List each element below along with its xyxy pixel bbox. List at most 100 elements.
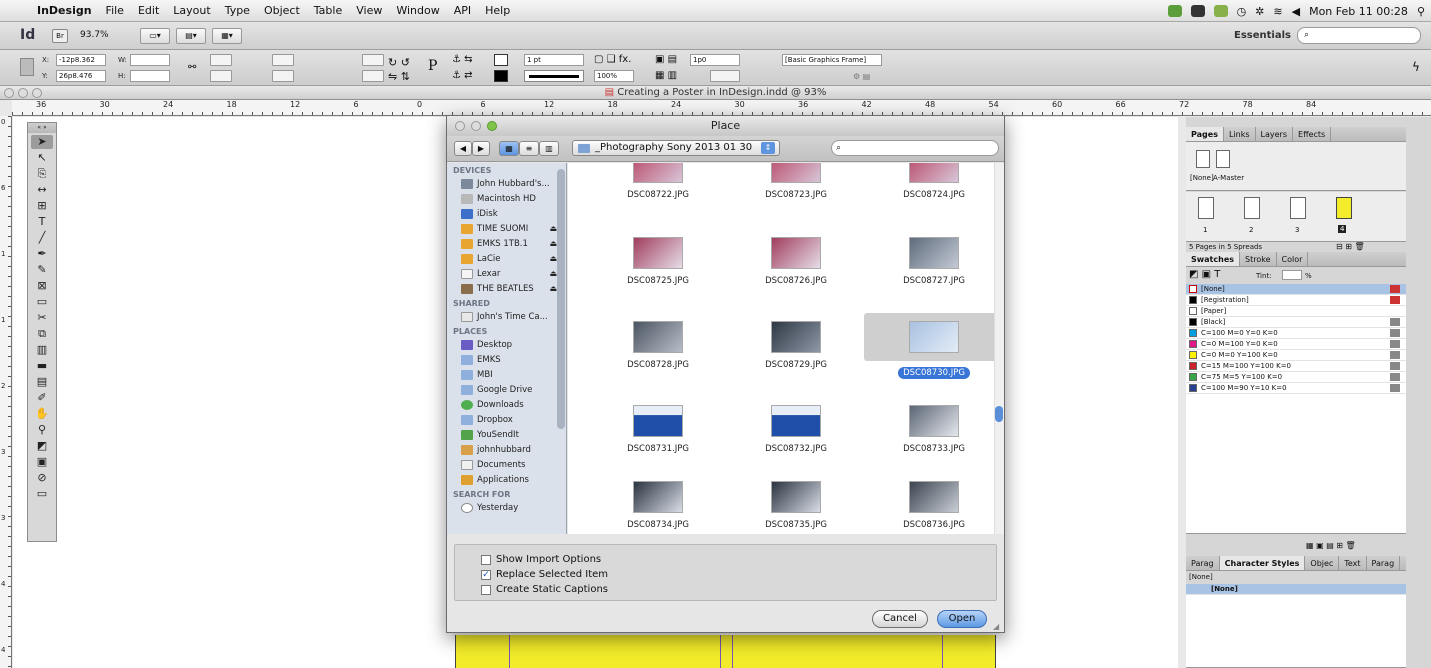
style-row[interactable]: [None] bbox=[1186, 584, 1406, 595]
quick-apply-lightning-icon[interactable]: ϟ bbox=[1412, 60, 1420, 74]
checkbox-unchecked[interactable] bbox=[481, 584, 491, 595]
tab-paragraph-styles[interactable]: Parag bbox=[1367, 556, 1401, 570]
menu-file[interactable]: File bbox=[99, 4, 131, 17]
checkbox-unchecked[interactable] bbox=[481, 554, 491, 565]
angle-field[interactable] bbox=[362, 54, 384, 66]
sidebar-shared-header[interactable]: SHARED bbox=[447, 296, 566, 309]
formatting-affects-icon[interactable]: ▣ bbox=[31, 455, 53, 469]
note-tool-icon[interactable]: ▤ bbox=[31, 375, 53, 389]
eject-icon[interactable]: ⏏ bbox=[549, 254, 557, 263]
file-item[interactable]: DSC08733.JPG bbox=[864, 405, 1004, 454]
dialog-minimize-button[interactable] bbox=[471, 121, 481, 131]
select-content-icon[interactable]: ⚓ ⇄ bbox=[452, 70, 473, 81]
swatches-footer-icons[interactable]: ▦ ▣ ▤ ⊞ 🗑 bbox=[1306, 541, 1356, 550]
fill-swatch[interactable] bbox=[494, 54, 508, 66]
sidebar-item-emks-folder[interactable]: EMKS bbox=[447, 352, 566, 367]
corner-shape-select[interactable] bbox=[710, 70, 740, 82]
file-item[interactable]: DSC08736.JPG bbox=[864, 481, 1004, 530]
scale-x-field[interactable] bbox=[210, 54, 232, 66]
gap-tool-icon[interactable]: ↔ bbox=[31, 183, 53, 197]
quick-apply-icon[interactable]: ⚙ ▤ bbox=[853, 72, 870, 81]
tab-pages[interactable]: Pages bbox=[1186, 127, 1224, 141]
tab-paragraph[interactable]: Parag bbox=[1186, 556, 1220, 570]
swatch-row[interactable]: C=0 M=0 Y=100 K=0 bbox=[1186, 350, 1406, 361]
tab-swatches[interactable]: Swatches bbox=[1186, 252, 1240, 266]
file-grid-scroll-thumb[interactable] bbox=[995, 406, 1003, 422]
menu-window[interactable]: Window bbox=[389, 4, 446, 17]
file-item[interactable]: DSC08732.JPG bbox=[726, 405, 866, 454]
view-options-button[interactable]: ▭▾ bbox=[140, 28, 170, 44]
direct-selection-tool-icon[interactable]: ↖ bbox=[31, 151, 53, 165]
tray-app-icon[interactable] bbox=[1213, 5, 1228, 17]
menu-edit[interactable]: Edit bbox=[131, 4, 166, 17]
sidebar-item-the-beatles[interactable]: THE BEATLES ⏏ bbox=[447, 281, 566, 296]
close-window-button[interactable] bbox=[4, 88, 14, 98]
icon-view-button[interactable]: ▦ bbox=[499, 141, 519, 156]
sidebar-item-applications[interactable]: Applications bbox=[447, 472, 566, 487]
eyedropper-tool-icon[interactable]: ✐ bbox=[31, 391, 53, 405]
constrain-proportions-icon[interactable]: ⚯ bbox=[188, 62, 196, 73]
sidebar-item-macintosh-hd[interactable]: Macintosh HD bbox=[447, 191, 566, 206]
page-thumbnail[interactable] bbox=[1244, 197, 1260, 219]
apply-none-icon[interactable]: ⊘ bbox=[31, 471, 53, 485]
a-master-thumbnail[interactable] bbox=[1216, 150, 1230, 168]
sidebar-item-yesterday[interactable]: Yesterday bbox=[447, 500, 566, 515]
folder-location-select[interactable]: _Photography Sony 2013 01 30 ⇕ bbox=[572, 140, 780, 156]
back-button[interactable]: ◀ bbox=[454, 141, 472, 156]
dialog-close-button[interactable] bbox=[455, 121, 465, 131]
sidebar-item-desktop[interactable]: Desktop bbox=[447, 337, 566, 352]
flip-preview-icon[interactable]: P bbox=[428, 58, 437, 74]
file-item[interactable]: DSC08731.JPG bbox=[588, 405, 728, 454]
sidebar-item-home[interactable]: johnhubbard bbox=[447, 442, 566, 457]
resize-grip-icon[interactable]: ◢ bbox=[993, 622, 999, 631]
tab-layers[interactable]: Layers bbox=[1256, 127, 1294, 141]
file-item[interactable]: DSC08729.JPG bbox=[726, 321, 866, 370]
sidebar-item-mbi[interactable]: MBI bbox=[447, 367, 566, 382]
file-item[interactable]: DSC08727.JPG bbox=[864, 237, 1004, 286]
tab-object-styles[interactable]: Objec bbox=[1305, 556, 1340, 570]
file-item-selected[interactable]: DSC08730.JPG bbox=[864, 313, 1004, 379]
pages-footer-icons[interactable]: ⊟ ⊞ 🗑 bbox=[1336, 242, 1365, 251]
auto-fit-icon[interactable]: ▦ ▥ bbox=[655, 70, 677, 81]
gap-field[interactable]: 1p0 bbox=[690, 54, 740, 66]
flip-icon[interactable]: ⇋ ⇅ bbox=[388, 70, 410, 83]
page-tool-icon[interactable]: ⎘ bbox=[31, 167, 53, 181]
pen-tool-icon[interactable]: ✒ bbox=[31, 247, 53, 261]
time-machine-icon[interactable]: ◷ bbox=[1237, 5, 1247, 18]
file-item[interactable]: DSC08723.JPG bbox=[726, 163, 866, 200]
tab-color[interactable]: Color bbox=[1277, 252, 1309, 266]
poster-page[interactable] bbox=[455, 635, 996, 668]
swatch-row[interactable]: C=100 M=90 Y=10 K=0 bbox=[1186, 383, 1406, 394]
tab-links[interactable]: Links bbox=[1224, 127, 1256, 141]
tray-app-icon[interactable] bbox=[1190, 5, 1205, 17]
line-tool-icon[interactable]: ╱ bbox=[31, 231, 53, 245]
sidebar-item-lexar[interactable]: Lexar ⏏ bbox=[447, 266, 566, 281]
replace-selected-item-checkbox[interactable]: ✓ Replace Selected Item bbox=[481, 569, 608, 580]
type-tool-icon[interactable]: T bbox=[31, 215, 53, 229]
dialog-zoom-button[interactable] bbox=[487, 121, 497, 131]
effects-icon[interactable]: ▢ ❑ fx. bbox=[594, 54, 631, 65]
reference-point-icon[interactable] bbox=[20, 58, 34, 76]
swatch-row[interactable]: C=15 M=100 Y=100 K=0 bbox=[1186, 361, 1406, 372]
sidebar-item-emks[interactable]: EMKS 1TB.1 ⏏ bbox=[447, 236, 566, 251]
scale-y-field[interactable] bbox=[210, 70, 232, 82]
shear-field[interactable] bbox=[272, 70, 294, 82]
select-container-icon[interactable]: ⚓ ⇆ bbox=[452, 54, 473, 65]
bluetooth-icon[interactable]: ✲ bbox=[1255, 5, 1264, 18]
tools-panel-header[interactable]: « » bbox=[28, 123, 56, 133]
tab-text-wrap[interactable]: Text bbox=[1339, 556, 1367, 570]
stroke-weight-field[interactable]: 1 pt bbox=[524, 54, 584, 66]
opacity-field[interactable]: 100% bbox=[594, 70, 634, 82]
eject-icon[interactable]: ⏏ bbox=[549, 239, 557, 248]
sidebar-search-header[interactable]: SEARCH FOR bbox=[447, 487, 566, 500]
file-item[interactable]: DSC08725.JPG bbox=[588, 237, 728, 286]
sidebar-item-time-capsule[interactable]: John's Time Ca... bbox=[447, 309, 566, 324]
swatch-row[interactable]: [Black] bbox=[1186, 317, 1406, 328]
sidebar-item-lacie[interactable]: LaCie ⏏ bbox=[447, 251, 566, 266]
swatch-row[interactable]: [Registration] bbox=[1186, 295, 1406, 306]
y-field[interactable]: 26p8.476 bbox=[56, 70, 106, 82]
zoom-level[interactable]: 93.7% bbox=[80, 30, 109, 40]
vertical-ruler[interactable]: 0 6 1 1 2 3 3 4 4 bbox=[0, 116, 12, 668]
file-item[interactable]: DSC08735.JPG bbox=[726, 481, 866, 530]
none-master-thumbnail[interactable] bbox=[1196, 150, 1210, 168]
